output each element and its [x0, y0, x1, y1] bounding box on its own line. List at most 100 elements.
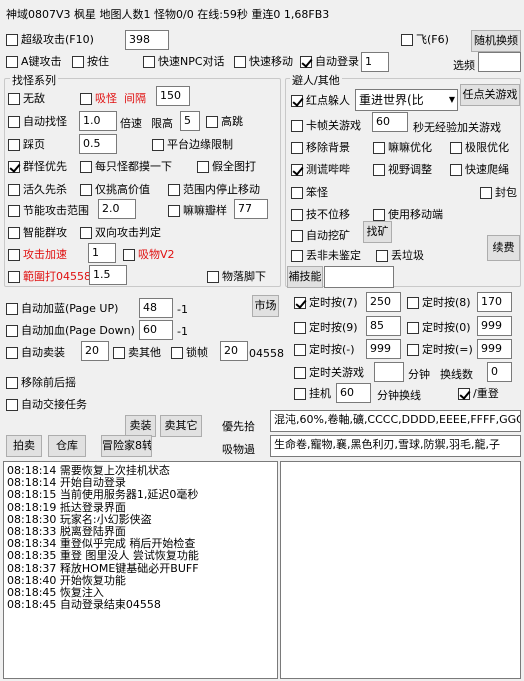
range-attack-input[interactable]: 1.5	[89, 265, 127, 285]
timer-7-box[interactable]	[294, 296, 306, 309]
red-dot-close-button[interactable]: 任点关游戏	[460, 84, 520, 106]
sell-equip-button[interactable]: 卖装	[125, 415, 156, 437]
lose-trash-checkbox[interactable]: 丢垃圾	[376, 249, 424, 262]
live-kill-box[interactable]	[8, 183, 20, 196]
timer-9-input[interactable]: 85	[366, 316, 401, 336]
stuck-input[interactable]: 60	[372, 112, 408, 132]
red-dot-box[interactable]	[291, 94, 303, 107]
lose-unjudged-box[interactable]	[291, 249, 303, 262]
auto-sell-input[interactable]: 20	[81, 341, 109, 361]
timer-minus-box[interactable]	[294, 343, 306, 356]
auction-button[interactable]: 拍卖	[6, 435, 42, 457]
timer-7-input[interactable]: 250	[366, 292, 401, 312]
touch-each-box[interactable]	[80, 160, 92, 173]
timer-close-box[interactable]	[294, 366, 306, 379]
fast-climb-box[interactable]	[450, 163, 462, 176]
group-first-box[interactable]	[8, 160, 20, 173]
smart-group-checkbox[interactable]: 智能群攻	[8, 226, 67, 239]
auto-sell-box[interactable]	[6, 346, 18, 359]
timer-minus-checkbox[interactable]: 定时按(-)	[294, 343, 355, 356]
fast-move-checkbox[interactable]: 快速移动	[234, 55, 293, 68]
measure-beep-checkbox[interactable]: 测谎哔哔	[291, 163, 350, 176]
save-range-checkbox[interactable]: 节能攻击范围	[8, 204, 89, 217]
use-move-end-checkbox[interactable]: 使用移动端	[373, 208, 443, 221]
view-adjust-box[interactable]	[373, 163, 385, 176]
suck-monster-checkbox[interactable]: 吸怪 间隔	[80, 92, 146, 105]
interval-input[interactable]: 150	[156, 86, 190, 106]
buy-skill-button[interactable]: 補技能	[287, 266, 323, 288]
step-input[interactable]: 0.5	[79, 134, 117, 154]
lose-unjudged-checkbox[interactable]: 丢非未鉴定	[291, 249, 361, 262]
smart-group-box[interactable]	[8, 226, 20, 239]
blur-opt-checkbox[interactable]: 嘛嘛优化	[373, 141, 432, 154]
auto-sell-checkbox[interactable]: 自动卖装	[6, 346, 65, 359]
auto-login-box[interactable]	[300, 55, 312, 68]
fast-move-box[interactable]	[234, 55, 246, 68]
lock-frame-input[interactable]: 20	[220, 341, 248, 361]
auto-hp-checkbox[interactable]: 自动加血(Page Down)	[6, 324, 135, 337]
remove-before-checkbox[interactable]: 移除前后摇	[6, 376, 76, 389]
timer-8-input[interactable]: 170	[477, 292, 512, 312]
auto-mp-box[interactable]	[6, 302, 18, 315]
timer-9-checkbox[interactable]: 定时按(9)	[294, 321, 358, 334]
hang-input[interactable]: 60	[336, 383, 371, 403]
range-attack-checkbox[interactable]: 範圍打04558	[8, 270, 91, 283]
suck-list-input[interactable]: 生命卷,寵物,襄,黑色利刃,雪球,防禦,羽毛,龍,子	[270, 435, 521, 457]
fast-npc-box[interactable]	[143, 55, 155, 68]
view-adjust-checkbox[interactable]: 视野调整	[373, 163, 432, 176]
invincible-checkbox[interactable]: 无敌	[8, 92, 45, 105]
a-attack-box[interactable]	[6, 55, 18, 68]
measure-beep-box[interactable]	[291, 163, 303, 176]
seal-checkbox[interactable]: 封包	[480, 186, 517, 199]
timer-equal-input[interactable]: 999	[477, 339, 512, 359]
lose-trash-box[interactable]	[376, 249, 388, 262]
market-button[interactable]: 市场	[252, 295, 279, 317]
item-under-foot-box[interactable]	[207, 270, 219, 283]
a-attack-checkbox[interactable]: A键攻击	[6, 55, 62, 68]
hold-checkbox[interactable]: 按住	[72, 55, 109, 68]
platform-limit-box[interactable]	[152, 138, 164, 151]
speed-input[interactable]: 1.0	[79, 111, 117, 131]
timer-8-checkbox[interactable]: 定时按(8)	[407, 296, 471, 309]
step-back-box[interactable]	[8, 138, 20, 151]
attack-speed-box[interactable]	[8, 248, 20, 261]
select-input[interactable]	[478, 52, 521, 72]
auto-trade-checkbox[interactable]: 自动交接任务	[6, 398, 87, 411]
auto-mine-checkbox[interactable]: 自动挖矿	[291, 229, 350, 242]
stop-in-range-checkbox[interactable]: 范围内停止移动	[168, 183, 260, 196]
log-panel[interactable]: 08:18:14 需要恢复上次挂机状态 08:18:14 开始自动登录 08:18:…	[3, 461, 278, 679]
bite-input[interactable]: 77	[234, 199, 268, 219]
save-range-box[interactable]	[8, 204, 20, 217]
warehouse-button[interactable]: 仓库	[48, 435, 86, 457]
lock-frame-box[interactable]	[171, 346, 183, 359]
move-bg-checkbox[interactable]: 移除背景	[291, 141, 350, 154]
extreme-opt-checkbox[interactable]: 极限优化	[450, 141, 509, 154]
auto-mp-checkbox[interactable]: 自动加蓝(Page UP)	[6, 302, 118, 315]
auto-find-box[interactable]	[8, 115, 20, 128]
timer-close-checkbox[interactable]: 定时关游戏	[294, 366, 364, 379]
timer-0-box[interactable]	[407, 321, 419, 334]
auto-hp-input[interactable]: 60	[139, 320, 173, 340]
auto-hp-box[interactable]	[6, 324, 18, 337]
fast-npc-checkbox[interactable]: 快速NPC对话	[143, 55, 225, 68]
auto-login-checkbox[interactable]: 自动登录	[300, 55, 359, 68]
invincible-box[interactable]	[8, 92, 20, 105]
rehang-box[interactable]	[458, 387, 470, 400]
fast-climb-checkbox[interactable]: 快速爬绳	[450, 163, 509, 176]
random-swap-button[interactable]: 随机换频	[471, 30, 521, 52]
hang-box[interactable]	[294, 387, 306, 400]
move-bg-box[interactable]	[291, 141, 303, 154]
no-move-box[interactable]	[291, 208, 303, 221]
auto-mp-input[interactable]: 48	[139, 298, 173, 318]
bidirectional-box[interactable]	[80, 226, 92, 239]
attack-speed-input[interactable]: 1	[88, 243, 116, 263]
hold-box[interactable]	[72, 55, 84, 68]
auto-find-checkbox[interactable]: 自动找怪	[8, 115, 67, 128]
buy-input[interactable]	[324, 266, 394, 288]
timer-equal-box[interactable]	[407, 343, 419, 356]
timer-7-checkbox[interactable]: 定时按(7)	[294, 296, 358, 309]
live-kill-checkbox[interactable]: 活久先杀	[8, 183, 67, 196]
super-attack-box[interactable]	[6, 33, 18, 46]
bite-checkbox[interactable]: 嘛嘛瓣样	[168, 204, 227, 217]
super-attack-checkbox[interactable]: 超级攻击(F10)	[6, 33, 94, 46]
